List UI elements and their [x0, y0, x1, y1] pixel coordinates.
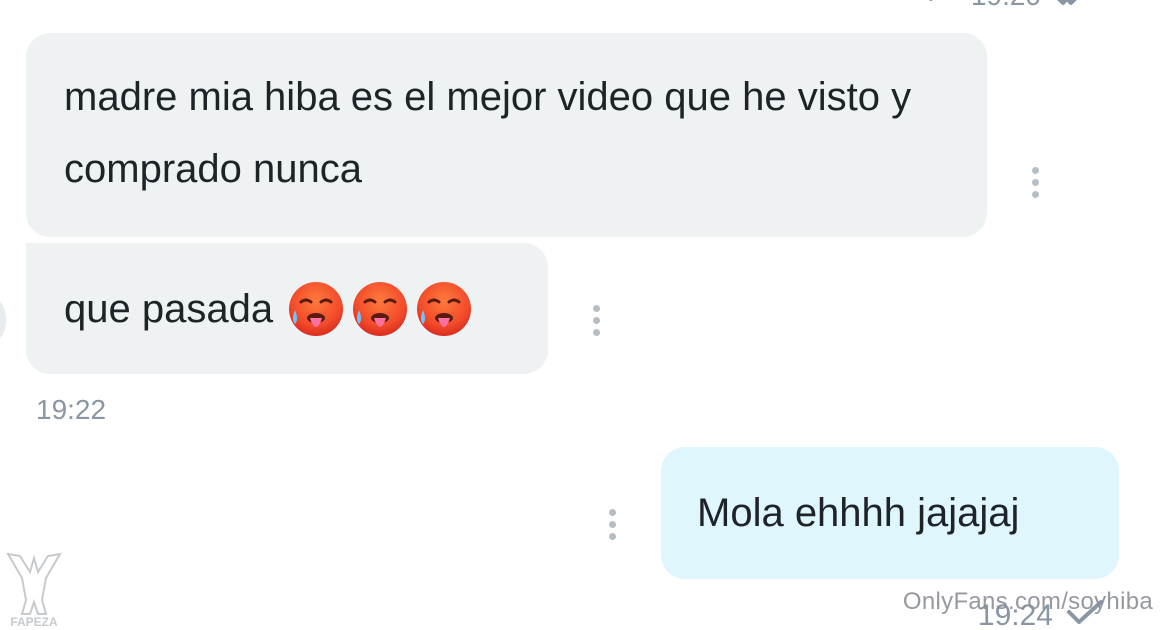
chat-screen: 19:20 madre mia hiba es el mejor video q… [0, 0, 1167, 630]
watermark-text: OnlyFans.com/soyhiba [902, 588, 1153, 615]
avatar[interactable] [0, 300, 6, 340]
more-options-icon[interactable] [591, 305, 601, 336]
message-bubble-incoming[interactable]: madre mia hiba es el mejor video que he … [26, 33, 987, 237]
emoji-group [287, 280, 473, 338]
read-check-icon [1051, 0, 1097, 11]
hot-face-emoji [287, 280, 345, 338]
more-options-icon[interactable] [607, 509, 617, 540]
message-text: que pasada [64, 286, 274, 331]
hot-face-emoji [351, 280, 409, 338]
message-text: Mola ehhhh jajajaj [697, 491, 1020, 535]
message-text: madre mia hiba es el mejor video que he … [64, 75, 912, 191]
watermark-logo: FAPEZA [0, 548, 68, 630]
top-message-time: 19:20 [971, 0, 1041, 12]
reply-arrow-icon [927, 0, 961, 11]
top-message-meta: 19:20 [927, 0, 1097, 12]
more-options-icon[interactable] [1030, 167, 1040, 198]
logo-text: FAPEZA [10, 615, 58, 629]
message-bubble-incoming[interactable]: que pasada [26, 243, 548, 374]
message-bubble-outgoing[interactable]: Mola ehhhh jajajaj [661, 447, 1119, 579]
incoming-message-time: 19:22 [36, 394, 107, 425]
hot-face-emoji [415, 280, 473, 338]
